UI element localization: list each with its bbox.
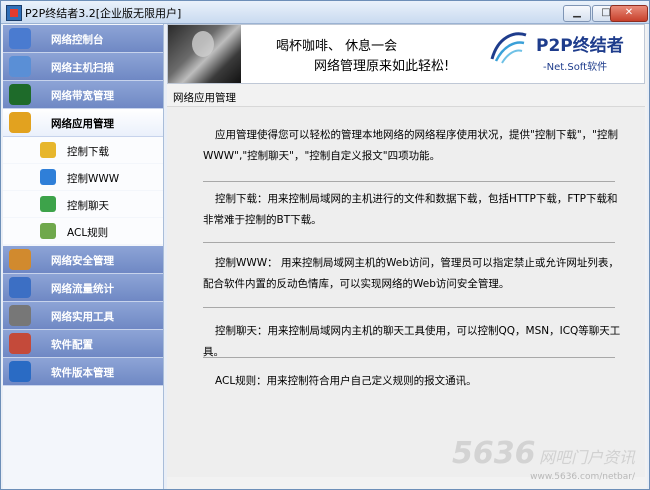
download-icon: [40, 142, 56, 158]
sidebar-item-1[interactable]: 网络主机扫描: [3, 53, 163, 81]
windows-icon: [9, 112, 31, 133]
sidebar-item-bottom-label: 软件版本管理: [51, 367, 114, 379]
stats-icon: [9, 277, 31, 298]
window-title: P2P终结者3.2[企业版无限用户]: [25, 7, 182, 20]
sidebar-subitem-2[interactable]: 控制聊天: [3, 191, 163, 217]
sidebar-subitem-0[interactable]: 控制下载: [3, 137, 163, 163]
sidebar-item-label: 网络带宽管理: [51, 90, 114, 102]
sidebar-item-bottom-label: 网络实用工具: [51, 311, 114, 323]
sidebar-item-bottom-1[interactable]: 网络流量统计: [3, 274, 163, 302]
app-icon: [6, 5, 22, 21]
sidebar-item-bottom-4[interactable]: 软件版本管理: [3, 358, 163, 386]
brand-name: P2P终结者: [536, 36, 624, 56]
banner-slogan-2: 网络管理原来如此轻松!: [314, 59, 450, 74]
intro-paragraph: 应用管理使得您可以轻松的管理本地网络的网络程序使用状况，提供"控制下载"，"控制…: [203, 129, 618, 162]
sidebar-subitem-3[interactable]: ACL规则: [3, 218, 163, 244]
download-paragraph: 控制下载：用来控制局域网的主机进行的文件和数据下载，包括HTTP下载，FTP下载…: [203, 193, 618, 226]
brand-subtitle: -Net.Soft软件: [543, 62, 608, 73]
www-paragraph: 控制WWW： 用来控制局域网主机的Web访问，管理员可以指定禁止或允许网址列表，…: [203, 257, 619, 290]
client-area: 网络控制台 网络主机扫描 网络带宽管理 网络应用管理 控制下载 控制WWW 控制聊天 ACL规…: [1, 24, 649, 489]
chat-icon: [40, 196, 56, 212]
security-icon: [9, 249, 31, 270]
sidebar-item-label: 网络控制台: [51, 34, 104, 46]
divider: [203, 307, 615, 308]
title-bar[interactable]: P2P终结者3.2[企业版无限用户] ▁ □ ✕: [1, 1, 649, 24]
watermark-url: www.5636.com/netbar/: [530, 472, 635, 482]
banner-photo: [168, 25, 241, 83]
sidebar-item-bottom-label: 软件配置: [51, 339, 93, 351]
watermark-number: 5636: [451, 436, 536, 471]
sidebar-subitem-1[interactable]: 控制WWW: [3, 164, 163, 190]
minimize-button[interactable]: ▁: [563, 5, 591, 22]
app-window: P2P终结者3.2[企业版无限用户] ▁ □ ✕ 网络控制台网络主机扫描 网络带宽…: [0, 0, 650, 490]
ie-icon: [40, 169, 56, 185]
computer-icon: [9, 56, 31, 77]
sidebar-item-3[interactable]: 网络应用管理: [3, 109, 163, 137]
sidebar-item-bottom-label: 网络安全管理: [51, 255, 114, 267]
sidebar-item-2[interactable]: 网络带宽管理: [3, 81, 163, 109]
brand-logo-icon: [490, 32, 527, 64]
sidebar-subitem-label: ACL规则: [67, 227, 109, 239]
sidebar-item-bottom-0[interactable]: 网络安全管理: [3, 246, 163, 274]
watermark: 5636 网吧门户资讯 www.5636.com/netbar/: [451, 436, 635, 482]
rules-icon: [40, 223, 56, 239]
description-panel: 应用管理使得您可以轻松的管理本地网络的网络程序使用状况，提供"控制下载"，"控制…: [167, 106, 645, 482]
sidebar-item-bottom-2[interactable]: 网络实用工具: [3, 302, 163, 330]
sidebar-item-label: 网络应用管理: [51, 118, 114, 130]
tools-icon: [9, 305, 31, 326]
acl-paragraph: ACL规则：用来控制符合用户自己定义规则的报文通讯。: [215, 375, 477, 387]
help-icon: [9, 361, 31, 382]
close-button[interactable]: ✕: [610, 5, 648, 22]
main-panel: 喝杯咖啡、 休息一会 网络管理原来如此轻松! P2P终结者 -Net.Soft软…: [167, 24, 647, 489]
sidebar: 网络控制台网络主机扫描 网络带宽管理 网络应用管理控制下载控制WWW 控制聊天 ACL规…: [3, 24, 164, 489]
bandwidth-icon: [9, 84, 31, 105]
sidebar-item-label: 网络主机扫描: [51, 62, 114, 74]
sidebar-item-bottom-3[interactable]: 软件配置: [3, 330, 163, 358]
banner: 喝杯咖啡、 休息一会 网络管理原来如此轻松! P2P终结者 -Net.Soft软…: [167, 24, 645, 84]
sidebar-subitem-label: 控制WWW: [67, 173, 120, 185]
divider: [203, 357, 615, 358]
banner-slogan-1: 喝杯咖啡、 休息一会: [276, 39, 398, 54]
sidebar-subitem-label: 控制下载: [67, 146, 109, 158]
globe-icon: [9, 28, 31, 49]
config-icon: [9, 333, 31, 354]
divider: [203, 242, 615, 243]
panel-title: 网络应用管理: [173, 92, 236, 104]
divider: [203, 181, 615, 182]
watermark-text: 网吧门户资讯: [538, 448, 635, 467]
sidebar-item-0[interactable]: 网络控制台: [3, 25, 163, 53]
sidebar-item-bottom-label: 网络流量统计: [51, 283, 114, 295]
sidebar-subitem-label: 控制聊天: [67, 200, 109, 212]
